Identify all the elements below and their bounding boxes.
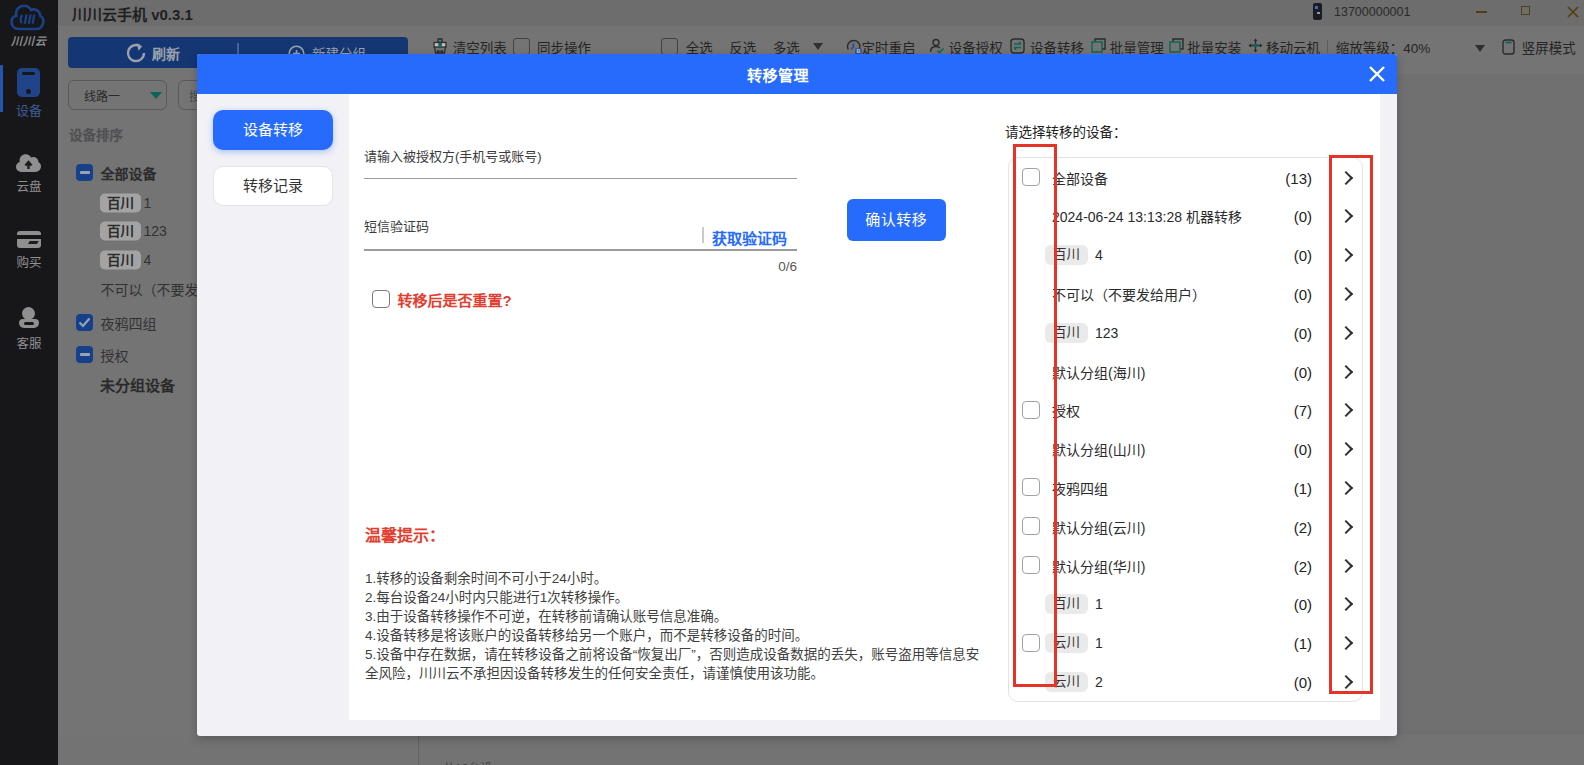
svg-text:B: B <box>856 48 860 54</box>
